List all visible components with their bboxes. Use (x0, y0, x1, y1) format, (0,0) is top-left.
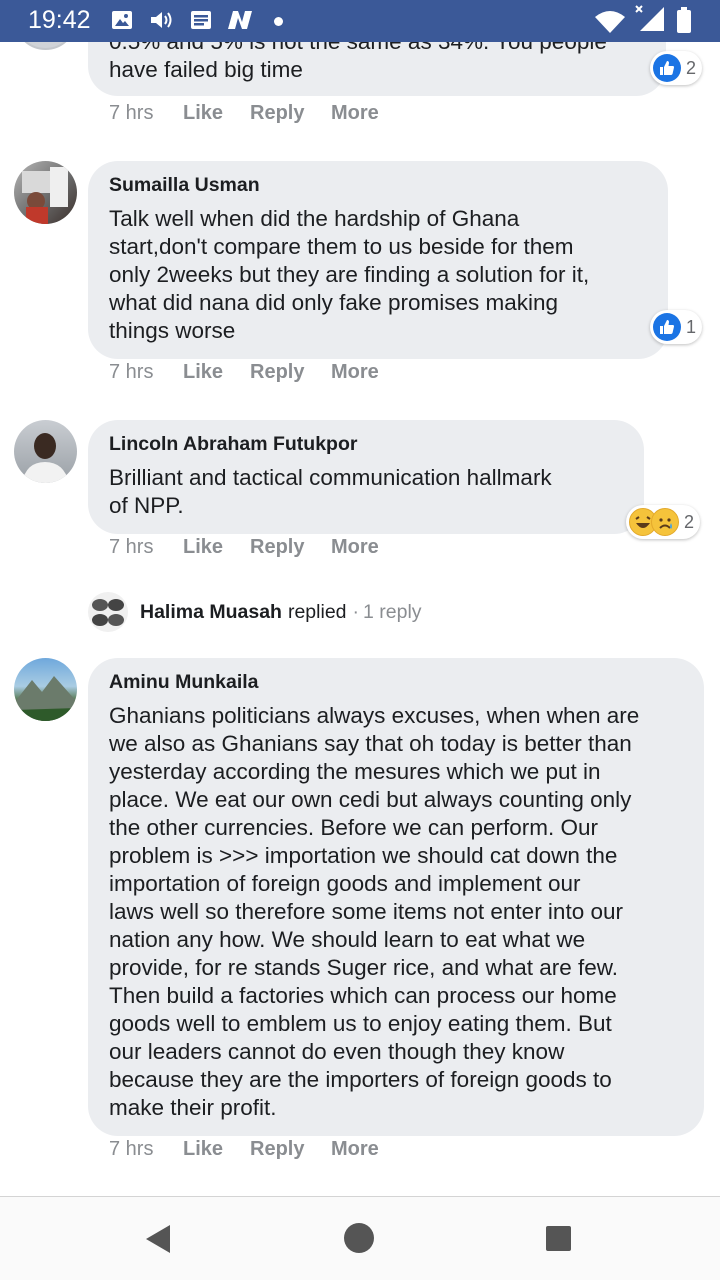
comment-bubble[interactable]: 0.5% and 5% is not the same as 34%. You … (88, 42, 666, 96)
comment-body: Talk well when did the hardship of Ghana… (109, 206, 590, 343)
like-icon (653, 54, 681, 82)
comment-bubble[interactable]: Lincoln Abraham Futukpor Brilliant and t… (88, 420, 644, 534)
comment-bubble[interactable]: Sumailla Usman Talk well when did the ha… (88, 161, 668, 359)
reaction-summary[interactable]: 2 (650, 51, 703, 85)
comment-body: 0.5% and 5% is not the same as 34%. You … (109, 42, 607, 82)
comment-time: 7 hrs (109, 536, 154, 558)
comment-author[interactable]: Sumailla Usman (109, 173, 648, 197)
notification-dot (274, 17, 283, 26)
avatar[interactable] (14, 658, 77, 721)
comment-bubble[interactable]: Aminu Munkaila Ghanians politicians alwa… (88, 658, 704, 1136)
comment-time: 7 hrs (109, 1138, 154, 1160)
reaction-count: 2 (686, 57, 697, 78)
comment-time: 7 hrs (109, 361, 154, 383)
more-button[interactable]: More (331, 1138, 379, 1161)
recents-icon[interactable] (545, 1225, 572, 1252)
back-icon[interactable] (144, 1224, 172, 1254)
reply-separator: · (352, 600, 360, 623)
avatar[interactable] (14, 42, 77, 50)
reaction-count: 2 (684, 511, 695, 532)
comment-author[interactable]: Aminu Munkaila (109, 670, 684, 694)
reply-author[interactable]: Halima Muasah (140, 601, 282, 624)
more-button[interactable]: More (331, 536, 379, 559)
more-button[interactable]: More (331, 361, 379, 384)
like-button[interactable]: Like (183, 536, 223, 559)
reply-count[interactable]: 1 reply (363, 601, 422, 624)
reply-verb: replied (287, 600, 347, 623)
reaction-summary[interactable]: 2 (626, 505, 701, 539)
comment-time: 7 hrs (109, 102, 154, 124)
reaction-count: 1 (686, 316, 697, 337)
reply-button[interactable]: Reply (250, 361, 304, 384)
comment-body: Brilliant and tactical communication hal… (109, 465, 552, 518)
reply-avatar (88, 592, 128, 632)
image-icon (112, 11, 132, 29)
more-button[interactable]: More (331, 102, 379, 125)
reply-button[interactable]: Reply (250, 536, 304, 559)
comment-author[interactable]: Lincoln Abraham Futukpor (109, 432, 624, 456)
avatar[interactable] (14, 420, 77, 483)
navigation-bar (0, 1196, 720, 1280)
sad-icon (651, 508, 679, 536)
like-icon (653, 313, 681, 341)
home-icon[interactable] (343, 1222, 375, 1254)
like-button[interactable]: Like (183, 102, 223, 125)
status-time: 19:42 (28, 6, 91, 34)
n-app-icon (228, 11, 252, 29)
comment-body: Ghanians politicians always excuses, whe… (109, 703, 640, 1120)
like-button[interactable]: Like (183, 1138, 223, 1161)
like-button[interactable]: Like (183, 361, 223, 384)
avatar[interactable] (14, 161, 77, 224)
replies-link[interactable]: Halima Muasah replied · 1 reply (88, 590, 422, 634)
status-bar: 19:42 (0, 0, 720, 42)
battery-icon (677, 7, 691, 33)
news-icon (191, 11, 211, 29)
signal-icon (635, 5, 664, 31)
reply-button[interactable]: Reply (250, 1138, 304, 1161)
volume-icon (151, 12, 172, 28)
reply-button[interactable]: Reply (250, 102, 304, 125)
comments-feed[interactable]: 0.5% and 5% is not the same as 34%. You … (0, 42, 720, 1195)
wifi-icon (595, 11, 625, 33)
reaction-summary[interactable]: 1 (650, 310, 703, 344)
